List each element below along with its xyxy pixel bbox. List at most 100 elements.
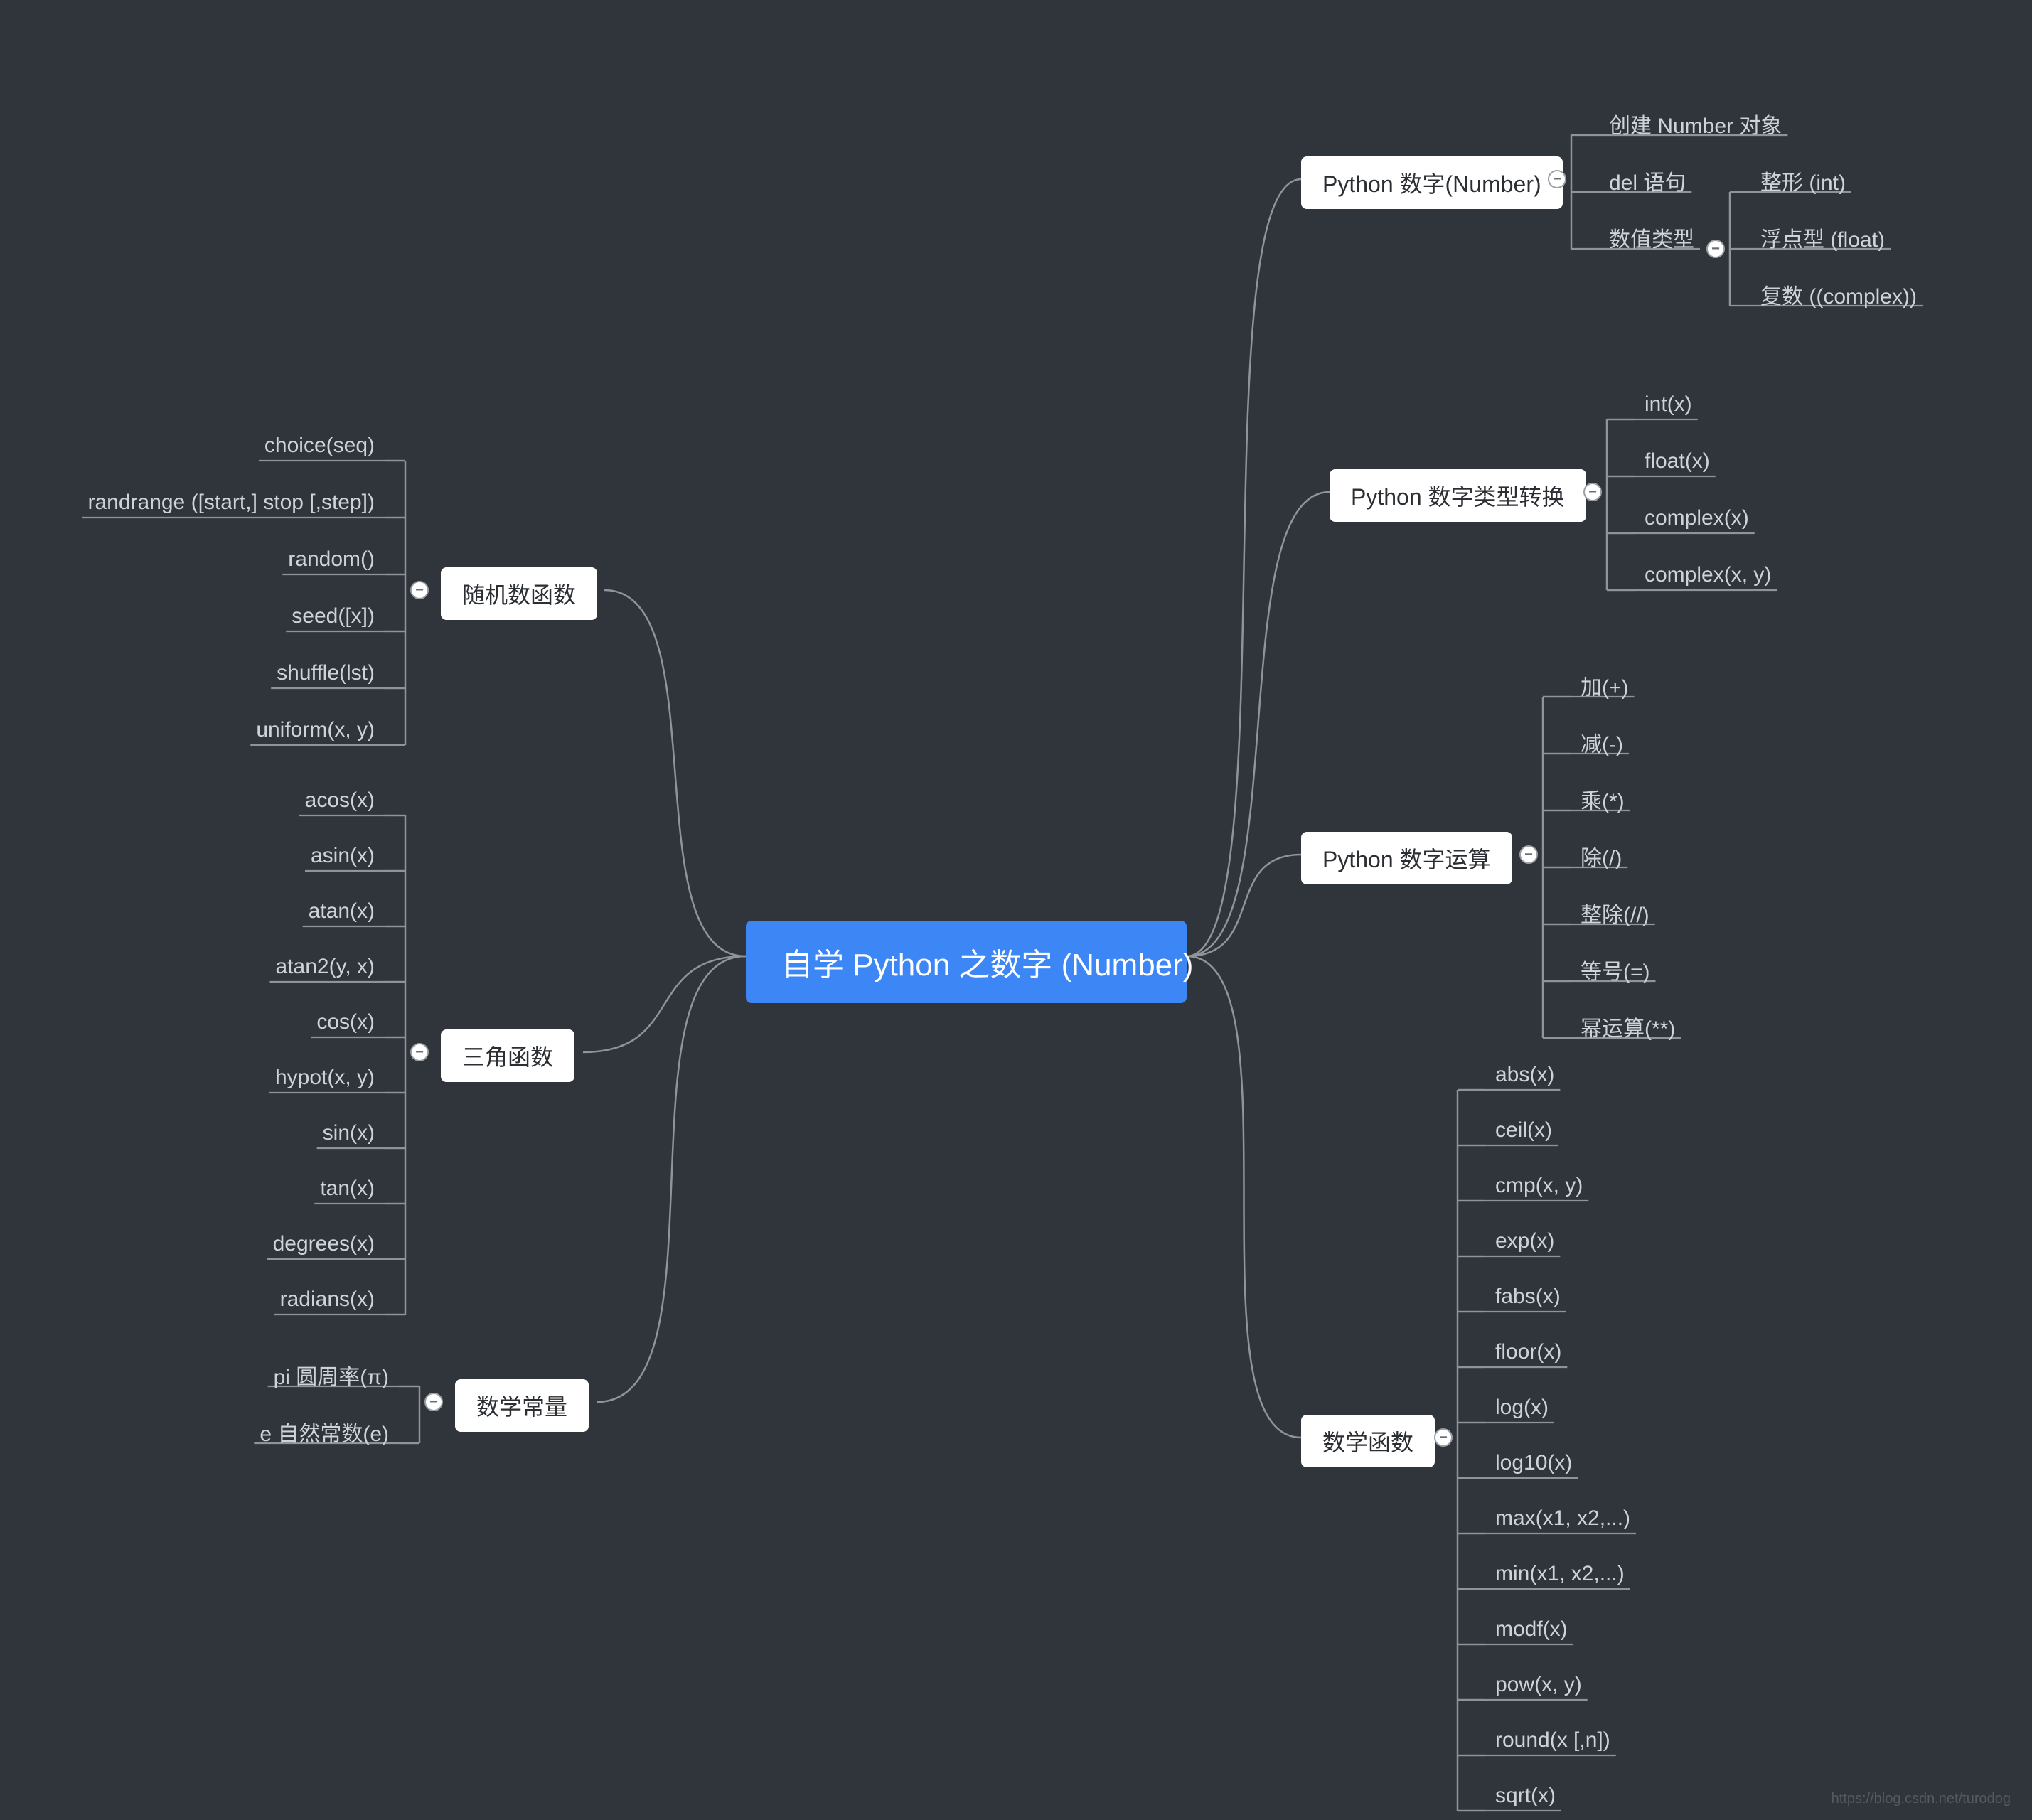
math-funcs-leaf[interactable]: floor(x) bbox=[1490, 1340, 1567, 1369]
branch-math-funcs[interactable]: 数学函数 bbox=[1301, 1415, 1435, 1467]
leaf-label: cmp(x, y) bbox=[1490, 1174, 1588, 1202]
toggle-type-convert[interactable]: − bbox=[1583, 483, 1602, 501]
type-convert-leaf[interactable]: complex(x, y) bbox=[1639, 563, 1777, 592]
leaf-label: 等号(=) bbox=[1575, 954, 1656, 990]
leaf-label: 浮点型 (float) bbox=[1755, 222, 1891, 257]
numeric-type-leaf[interactable]: 整形 (int) bbox=[1755, 165, 1851, 200]
branch-random-funcs[interactable]: 随机数函数 bbox=[441, 567, 597, 620]
math-funcs-leaf[interactable]: log(x) bbox=[1490, 1396, 1554, 1424]
random-funcs-leaf[interactable]: choice(seq) bbox=[259, 434, 380, 462]
leaf-label: log10(x) bbox=[1490, 1451, 1578, 1479]
leaf-label: hypot(x, y) bbox=[269, 1066, 380, 1094]
numeric-type-leaf[interactable]: 复数 ((complex)) bbox=[1755, 279, 1923, 314]
leaf-label: fabs(x) bbox=[1490, 1285, 1566, 1313]
leaf-label: 乘(*) bbox=[1575, 783, 1630, 819]
trig-funcs-leaf[interactable]: asin(x) bbox=[305, 844, 380, 872]
leaf-label: seed([x]) bbox=[286, 604, 380, 633]
number-child[interactable]: 创建 Number 对象 bbox=[1603, 108, 1787, 144]
math-funcs-leaf[interactable]: abs(x) bbox=[1490, 1063, 1560, 1091]
trig-funcs-leaf[interactable]: acos(x) bbox=[299, 788, 380, 817]
leaf-label: modf(x) bbox=[1490, 1617, 1573, 1646]
number-child[interactable]: 数值类型 bbox=[1603, 222, 1700, 257]
leaf-label: exp(x) bbox=[1490, 1229, 1560, 1258]
branch-trig-funcs[interactable]: 三角函数 bbox=[441, 1029, 574, 1082]
leaf-label: max(x1, x2,...) bbox=[1490, 1506, 1636, 1535]
math-funcs-leaf[interactable]: exp(x) bbox=[1490, 1229, 1560, 1258]
math-funcs-leaf[interactable]: round(x [,n]) bbox=[1490, 1728, 1616, 1757]
type-convert-leaf[interactable]: float(x) bbox=[1639, 449, 1716, 478]
number-ops-leaf[interactable]: 整除(//) bbox=[1575, 897, 1655, 933]
leaf-label: complex(x, y) bbox=[1639, 563, 1777, 592]
branch-number[interactable]: Python 数字(Number) bbox=[1301, 156, 1563, 209]
math-funcs-leaf[interactable]: pow(x, y) bbox=[1490, 1673, 1588, 1701]
trig-funcs-leaf[interactable]: degrees(x) bbox=[267, 1232, 380, 1260]
math-funcs-leaf[interactable]: fabs(x) bbox=[1490, 1285, 1566, 1313]
branch-math-consts[interactable]: 数学常量 bbox=[455, 1379, 589, 1432]
leaf-label: round(x [,n]) bbox=[1490, 1728, 1616, 1757]
leaf-label: e 自然常数(e) bbox=[254, 1416, 395, 1452]
random-funcs-leaf[interactable]: random() bbox=[282, 547, 380, 576]
toggle-math-funcs[interactable]: − bbox=[1434, 1428, 1453, 1447]
number-ops-leaf[interactable]: 等号(=) bbox=[1575, 954, 1656, 990]
leaf-label: asin(x) bbox=[305, 844, 380, 872]
branch-type-convert[interactable]: Python 数字类型转换 bbox=[1330, 469, 1586, 522]
toggle-numeric-types[interactable]: − bbox=[1706, 240, 1725, 258]
toggle-number-ops[interactable]: − bbox=[1519, 845, 1538, 864]
number-child[interactable]: del 语句 bbox=[1603, 165, 1691, 200]
toggle-trig-funcs[interactable]: − bbox=[410, 1043, 429, 1061]
math-funcs-leaf[interactable]: log10(x) bbox=[1490, 1451, 1578, 1479]
trig-funcs-leaf[interactable]: sin(x) bbox=[317, 1121, 380, 1150]
numeric-type-leaf[interactable]: 浮点型 (float) bbox=[1755, 222, 1891, 257]
random-funcs-leaf[interactable]: seed([x]) bbox=[286, 604, 380, 633]
leaf-label: 复数 ((complex)) bbox=[1755, 279, 1923, 314]
root-node[interactable]: 自学 Python 之数字 (Number) bbox=[746, 921, 1187, 1003]
mindmap-canvas[interactable]: 自学 Python 之数字 (Number)Python 数字(Number)−… bbox=[0, 0, 2032, 1820]
leaf-label: cos(x) bbox=[311, 1010, 380, 1039]
random-funcs-leaf[interactable]: randrange ([start,] stop [,step]) bbox=[82, 491, 380, 519]
leaf-label: complex(x) bbox=[1639, 506, 1755, 535]
trig-funcs-leaf[interactable]: radians(x) bbox=[274, 1288, 380, 1316]
number-ops-leaf[interactable]: 幂运算(**) bbox=[1575, 1011, 1681, 1046]
math-funcs-leaf[interactable]: cmp(x, y) bbox=[1490, 1174, 1588, 1202]
trig-funcs-leaf[interactable]: tan(x) bbox=[314, 1177, 380, 1205]
leaf-label: min(x1, x2,...) bbox=[1490, 1562, 1630, 1590]
number-ops-leaf[interactable]: 乘(*) bbox=[1575, 783, 1630, 819]
math-consts-leaf[interactable]: pi 圆周率(π) bbox=[268, 1359, 395, 1395]
leaf-label: ceil(x) bbox=[1490, 1118, 1558, 1147]
leaf-label: tan(x) bbox=[314, 1177, 380, 1205]
math-funcs-leaf[interactable]: sqrt(x) bbox=[1490, 1784, 1561, 1812]
trig-funcs-leaf[interactable]: atan2(y, x) bbox=[270, 955, 381, 983]
math-funcs-leaf[interactable]: max(x1, x2,...) bbox=[1490, 1506, 1636, 1535]
math-funcs-leaf[interactable]: ceil(x) bbox=[1490, 1118, 1558, 1147]
leaf-label: 减(-) bbox=[1575, 727, 1629, 762]
branch-number-ops[interactable]: Python 数字运算 bbox=[1301, 832, 1512, 884]
leaf-label: float(x) bbox=[1639, 449, 1716, 478]
leaf-label: log(x) bbox=[1490, 1396, 1554, 1424]
math-funcs-leaf[interactable]: min(x1, x2,...) bbox=[1490, 1562, 1630, 1590]
leaf-label: sqrt(x) bbox=[1490, 1784, 1561, 1812]
math-funcs-leaf[interactable]: modf(x) bbox=[1490, 1617, 1573, 1646]
random-funcs-leaf[interactable]: uniform(x, y) bbox=[250, 718, 380, 746]
leaf-label: 整除(//) bbox=[1575, 897, 1655, 933]
leaf-label: 除(/) bbox=[1575, 840, 1627, 876]
number-ops-leaf[interactable]: 减(-) bbox=[1575, 727, 1629, 762]
random-funcs-leaf[interactable]: shuffle(lst) bbox=[271, 661, 380, 690]
trig-funcs-leaf[interactable]: atan(x) bbox=[303, 899, 380, 928]
toggle-random-funcs[interactable]: − bbox=[410, 581, 429, 599]
leaf-label: uniform(x, y) bbox=[250, 718, 380, 746]
type-convert-leaf[interactable]: int(x) bbox=[1639, 392, 1698, 421]
leaf-label: floor(x) bbox=[1490, 1340, 1567, 1369]
leaf-label: 数值类型 bbox=[1603, 222, 1700, 257]
number-ops-leaf[interactable]: 加(+) bbox=[1575, 670, 1635, 705]
leaf-label: degrees(x) bbox=[267, 1232, 380, 1260]
toggle-number[interactable]: − bbox=[1548, 170, 1566, 188]
leaf-label: random() bbox=[282, 547, 380, 576]
type-convert-leaf[interactable]: complex(x) bbox=[1639, 506, 1755, 535]
number-ops-leaf[interactable]: 除(/) bbox=[1575, 840, 1627, 876]
toggle-math-consts[interactable]: − bbox=[424, 1393, 443, 1411]
leaf-label: int(x) bbox=[1639, 392, 1698, 421]
trig-funcs-leaf[interactable]: hypot(x, y) bbox=[269, 1066, 380, 1094]
trig-funcs-leaf[interactable]: cos(x) bbox=[311, 1010, 380, 1039]
leaf-label: 整形 (int) bbox=[1755, 165, 1851, 200]
math-consts-leaf[interactable]: e 自然常数(e) bbox=[254, 1416, 395, 1452]
